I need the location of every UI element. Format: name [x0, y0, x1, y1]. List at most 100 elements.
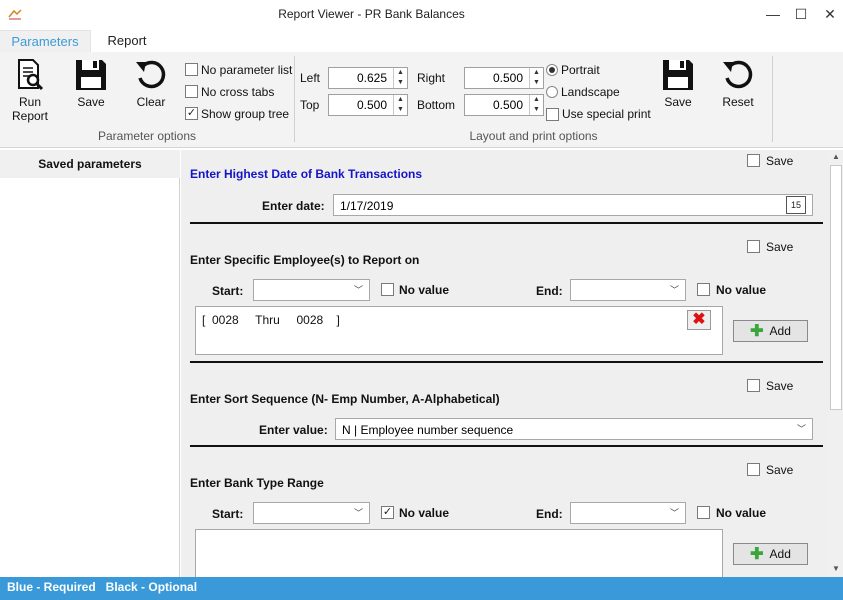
employee-add-button[interactable]: ✚ Add: [733, 320, 808, 342]
landscape-label: Landscape: [561, 85, 620, 99]
chevron-down-icon: ﹀: [669, 508, 679, 518]
bank-save-checkbox[interactable]: [747, 463, 760, 476]
tab-report[interactable]: Report: [92, 30, 162, 52]
employee-end-label: End:: [536, 284, 563, 298]
date-value: 1/17/2019: [340, 199, 394, 213]
chevron-down-icon: ﹀: [796, 424, 806, 434]
run-report-icon: [18, 59, 44, 91]
bottom-margin-spinner[interactable]: ▲ ▼: [529, 95, 543, 115]
title-bar: Report Viewer - PR Bank Balances — ☐ ✕: [0, 0, 843, 28]
reset-icon: [723, 60, 753, 89]
report-viewer-window: Report Viewer - PR Bank Balances — ☐ ✕ P…: [0, 0, 843, 600]
save-icon: [76, 60, 106, 90]
scroll-up-icon[interactable]: ▲: [829, 150, 843, 164]
date-input[interactable]: 1/17/2019: [333, 194, 813, 216]
close-button[interactable]: ✕: [815, 2, 843, 26]
left-margin-input[interactable]: 0.625 ▲ ▼: [328, 67, 408, 89]
saved-parameters-panel: Saved parameters: [0, 150, 180, 577]
minimize-button[interactable]: —: [758, 2, 788, 26]
sort-save-checkbox[interactable]: [747, 379, 760, 392]
bottom-margin-input[interactable]: 0.500 ▲ ▼: [464, 94, 544, 116]
employee-end-no-value-label: No value: [716, 283, 767, 297]
top-margin-input[interactable]: 0.500 ▲ ▼: [328, 94, 408, 116]
reset-button[interactable]: Reset: [713, 58, 763, 109]
bank-range-list[interactable]: [195, 529, 723, 577]
right-margin-spinner[interactable]: ▲ ▼: [529, 68, 543, 88]
top-margin-spinner[interactable]: ▲ ▼: [393, 95, 407, 115]
save-layout-icon: [663, 60, 693, 90]
maximize-button[interactable]: ☐: [786, 2, 816, 26]
right-margin-input[interactable]: 0.500 ▲ ▼: [464, 67, 544, 89]
saved-parameters-header: Saved parameters: [0, 150, 180, 178]
clear-button[interactable]: Clear: [126, 58, 176, 109]
chevron-down-icon: ﹀: [353, 285, 363, 295]
show-group-tree-checkbox[interactable]: ✓: [185, 107, 198, 120]
clear-icon: [136, 60, 166, 89]
scroll-down-icon[interactable]: ▼: [829, 562, 843, 576]
bank-start-no-value-checkbox[interactable]: ✓: [381, 506, 394, 519]
date-save-checkbox[interactable]: [747, 154, 760, 167]
calendar-icon[interactable]: 15: [786, 196, 806, 214]
no-parameter-list-label: No parameter list: [201, 63, 293, 77]
save-parameters-button[interactable]: Save: [66, 58, 116, 109]
window-title: Report Viewer - PR Bank Balances: [278, 7, 465, 21]
bottom-margin-label: Bottom: [417, 98, 456, 112]
bank-start-label: Start:: [212, 507, 244, 521]
employee-end-no-value-checkbox[interactable]: [697, 283, 710, 296]
special-print-label: Use special print: [562, 107, 651, 121]
employee-start-no-value-checkbox[interactable]: [381, 283, 394, 296]
bank-add-button[interactable]: ✚ Add: [733, 543, 808, 565]
tab-parameters[interactable]: Parameters: [0, 30, 91, 52]
no-parameter-list-checkbox[interactable]: [185, 63, 198, 76]
parameters-panel: Save Enter Highest Date of Bank Transact…: [181, 150, 829, 577]
employee-save-checkbox[interactable]: [747, 240, 760, 253]
save-layout-button[interactable]: Save: [653, 58, 703, 109]
bank-end-no-value-label: No value: [716, 506, 767, 520]
portrait-label: Portrait: [561, 63, 600, 77]
no-cross-tabs-label: No cross tabs: [201, 85, 275, 99]
left-margin-spinner[interactable]: ▲ ▼: [393, 68, 407, 88]
bank-start-select[interactable]: ﹀: [253, 502, 370, 524]
top-margin-value: 0.500: [356, 98, 387, 112]
employee-range-list[interactable]: [ 0028 Thru 0028 ] ✖: [195, 306, 723, 355]
no-cross-tabs-checkbox[interactable]: [185, 85, 198, 98]
remove-range-icon[interactable]: ✖: [687, 310, 711, 330]
bank-save-label: Save: [766, 463, 794, 477]
bank-end-select[interactable]: ﹀: [570, 502, 686, 524]
sort-save-label: Save: [766, 379, 794, 393]
bank-end-label: End:: [536, 507, 563, 521]
section-divider: [190, 361, 823, 363]
sort-value-select[interactable]: N | Employee number sequence ﹀: [335, 418, 813, 440]
landscape-radio[interactable]: [546, 86, 558, 98]
calendar-day: 15: [790, 200, 801, 210]
show-group-tree-label: Show group tree: [201, 107, 290, 121]
portrait-radio[interactable]: [546, 64, 558, 76]
plus-icon: ✚: [750, 546, 764, 563]
employee-range-item[interactable]: [ 0028 Thru 0028 ]: [202, 313, 340, 327]
left-margin-value: 0.625: [356, 71, 387, 85]
right-margin-value: 0.500: [492, 71, 523, 85]
status-legend: Blue - Required Black - Optional: [7, 580, 198, 594]
chevron-down-icon: ﹀: [353, 508, 363, 518]
date-section-heading: Enter Highest Date of Bank Transactions: [190, 167, 423, 181]
plus-icon: ✚: [750, 323, 764, 340]
employee-start-select[interactable]: ﹀: [253, 279, 370, 301]
section-divider: [190, 222, 823, 224]
employee-section-heading: Enter Specific Employee(s) to Report on: [190, 253, 420, 267]
bottom-margin-value: 0.500: [492, 98, 523, 112]
vertical-scrollbar[interactable]: ▲ ▼: [829, 150, 843, 577]
section-divider: [190, 445, 823, 447]
enter-date-label: Enter date:: [262, 199, 325, 213]
run-report-button[interactable]: Run Report: [5, 58, 55, 123]
bank-end-no-value-checkbox[interactable]: [697, 506, 710, 519]
save-parameters-label: Save: [77, 95, 105, 109]
run-report-label: Run Report: [11, 95, 49, 123]
ribbon-separator: [772, 56, 773, 142]
special-print-checkbox[interactable]: [546, 108, 559, 121]
scrollbar-thumb[interactable]: [830, 165, 842, 410]
employee-start-label: Start:: [212, 284, 244, 298]
employee-end-select[interactable]: ﹀: [570, 279, 686, 301]
bank-add-label: Add: [769, 547, 791, 561]
save-layout-label: Save: [664, 95, 692, 109]
top-margin-label: Top: [300, 98, 320, 112]
